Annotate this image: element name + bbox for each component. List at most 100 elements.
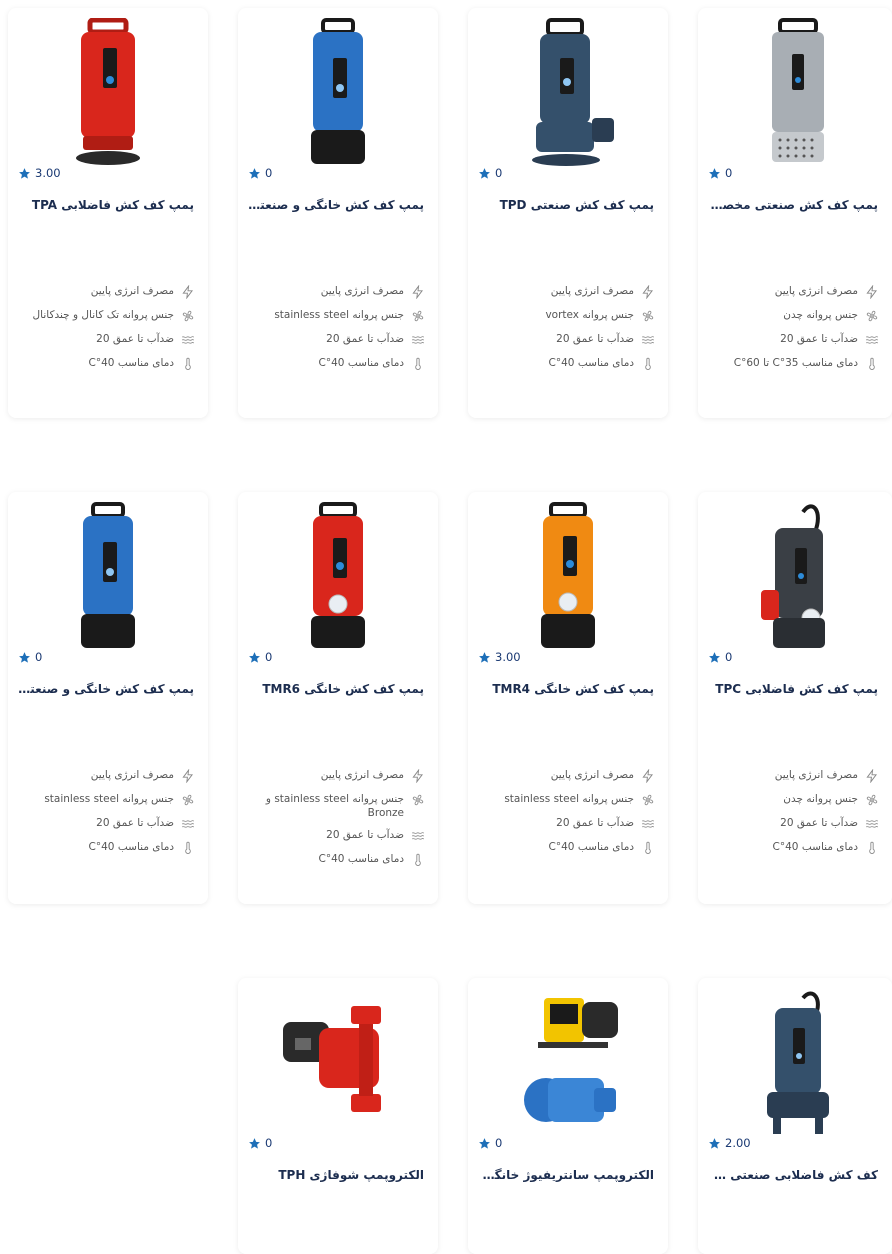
rating-value: 0 [265, 1136, 273, 1150]
thermometer-icon [180, 840, 196, 856]
spec-temperature: دمای مناسب 40°C [476, 840, 656, 856]
submersible-pump-image [81, 502, 135, 648]
product-title[interactable]: کف کش فاضلابی صنعتی TPB [708, 1168, 878, 1182]
spec-list: مصرف انرژی پایین جنس پروانه stainless st… [246, 768, 426, 876]
product-image[interactable] [258, 14, 418, 172]
product-card[interactable]: 2.00 کف کش فاضلابی صنعتی TPB [698, 978, 892, 1254]
star-icon [19, 167, 30, 179]
product-image[interactable] [488, 984, 648, 1142]
product-card[interactable]: 3.00 پمپ کف کش فاضلابی TPA مصرف انرژی پا… [8, 8, 208, 418]
spec-impeller: جنس پروانه stainless steel [246, 308, 426, 324]
product-title[interactable]: پمپ کف کش صنعتی مخصوص... [708, 198, 878, 212]
submersible-pump-image [772, 18, 824, 162]
rating: 0 [248, 166, 272, 180]
spec-energy: مصرف انرژی پایین [16, 284, 196, 300]
rating: 0 [708, 166, 732, 180]
star-icon [249, 651, 260, 663]
product-title[interactable]: پمپ کف کش خانگی TMR4 [478, 682, 654, 696]
product-title[interactable]: پمپ کف کش صنعتی TPD [478, 198, 654, 212]
lightning-icon [180, 768, 196, 784]
star-icon [479, 651, 490, 663]
spec-waterproof: ضدآب تا عمق 20 [246, 828, 426, 844]
fan-icon [410, 792, 426, 808]
fan-icon [180, 792, 196, 808]
product-image[interactable] [718, 14, 878, 172]
spec-list: مصرف انرژی پایین جنس پروانه stainless st… [16, 768, 196, 864]
spec-energy: مصرف انرژی پایین [246, 768, 426, 784]
waves-icon [640, 816, 656, 832]
thermometer-icon [410, 852, 426, 868]
product-image[interactable] [718, 984, 878, 1142]
product-title[interactable]: پمپ کف کش خانگی و صنعتی... [18, 682, 194, 696]
spec-list: مصرف انرژی پایین جنس پروانه stainless st… [246, 284, 426, 380]
rating-value: 0 [35, 650, 43, 664]
submersible-pump-image [767, 991, 829, 1134]
rating: 0 [478, 166, 502, 180]
thermometer-icon [410, 356, 426, 372]
spec-list: مصرف انرژی پایین جنس پروانه چدن ضدآب تا … [706, 768, 880, 864]
spec-impeller: جنس پروانه چدن [706, 308, 880, 324]
spec-waterproof: ضدآب تا عمق 20 [246, 332, 426, 348]
spec-energy: مصرف انرژی پایین [476, 768, 656, 784]
product-title[interactable]: پمپ کف کش فاضلابی TPA [18, 198, 194, 212]
product-card[interactable]: 0 پمپ کف کش خانگی و صنعتی... مصرف انرژی … [8, 492, 208, 904]
fan-icon [640, 792, 656, 808]
product-image[interactable] [258, 984, 418, 1142]
lightning-icon [640, 768, 656, 784]
submersible-pump-image [541, 502, 595, 648]
product-grid: 3.00 پمپ کف کش فاضلابی TPA مصرف انرژی پا… [0, 0, 892, 1254]
spec-impeller: جنس پروانه stainless steel [16, 792, 196, 808]
rating-value: 3.00 [35, 166, 61, 180]
product-card[interactable]: 0 پمپ کف کش خانگی و صنعتی... مصرف انرژی … [238, 8, 438, 418]
star-icon [19, 651, 30, 663]
fan-icon [864, 792, 880, 808]
spec-list: مصرف انرژی پایین جنس پروانه vortex ضدآب … [476, 284, 656, 380]
spec-list: مصرف انرژی پایین جنس پروانه stainless st… [476, 768, 656, 864]
spec-temperature: دمای مناسب 35°C تا 60°C [706, 356, 880, 372]
spec-energy: مصرف انرژی پایین [476, 284, 656, 300]
product-image[interactable] [488, 498, 648, 656]
product-image[interactable] [718, 498, 878, 656]
product-card[interactable]: 0 پمپ کف کش فاضلابی TPC مصرف انرژی پایین… [698, 492, 892, 904]
product-image[interactable] [28, 498, 188, 656]
product-card[interactable]: 0 الکتروپمپ شوفاژی TPH [238, 978, 438, 1254]
spec-impeller: جنس پروانه چدن [706, 792, 880, 808]
product-card[interactable]: 0 پمپ کف کش صنعتی مخصوص... مصرف انرژی پا… [698, 8, 892, 418]
product-image[interactable] [488, 14, 648, 172]
product-title[interactable]: الکتروپمپ سانتریفیوژ خانگی TPS [478, 1168, 654, 1182]
spec-waterproof: ضدآب تا عمق 20 [16, 816, 196, 832]
product-image[interactable] [258, 498, 418, 656]
product-title[interactable]: الکتروپمپ شوفاژی TPH [248, 1168, 424, 1182]
product-card[interactable]: 3.00 پمپ کف کش خانگی TMR4 مصرف انرژی پای… [468, 492, 668, 904]
star-icon [709, 651, 720, 663]
product-card[interactable]: 0 پمپ کف کش خانگی TMR6 مصرف انرژی پایین … [238, 492, 438, 904]
spec-impeller: جنس پروانه stainless steel و Bronze [246, 792, 426, 820]
waves-icon [864, 332, 880, 348]
thermometer-icon [180, 356, 196, 372]
lightning-icon [410, 768, 426, 784]
rating: 0 [708, 650, 732, 664]
product-card[interactable]: 0 پمپ کف کش صنعتی TPD مصرف انرژی پایین ج… [468, 8, 668, 418]
rating-value: 0 [265, 166, 273, 180]
product-title[interactable]: پمپ کف کش خانگی TMR6 [248, 682, 424, 696]
product-title[interactable]: پمپ کف کش فاضلابی TPC [708, 682, 878, 696]
spec-temperature: دمای مناسب 40°C [16, 356, 196, 372]
spec-waterproof: ضدآب تا عمق 20 [476, 816, 656, 832]
star-icon [709, 1137, 720, 1149]
spec-temperature: دمای مناسب 40°C [246, 356, 426, 372]
star-icon [249, 1137, 260, 1149]
waves-icon [864, 816, 880, 832]
rating: 2.00 [708, 1136, 751, 1150]
circulator-pump-image [283, 1006, 381, 1112]
fan-icon [180, 308, 196, 324]
lightning-icon [864, 284, 880, 300]
waves-icon [410, 332, 426, 348]
thermometer-icon [640, 356, 656, 372]
product-image[interactable] [28, 14, 188, 172]
product-title[interactable]: پمپ کف کش خانگی و صنعتی... [248, 198, 424, 212]
product-card[interactable]: 0 الکتروپمپ سانتریفیوژ خانگی TPS [468, 978, 668, 1254]
submersible-pump-image [311, 502, 365, 648]
lightning-icon [864, 768, 880, 784]
star-icon [479, 167, 490, 179]
spec-waterproof: ضدآب تا عمق 20 [16, 332, 196, 348]
